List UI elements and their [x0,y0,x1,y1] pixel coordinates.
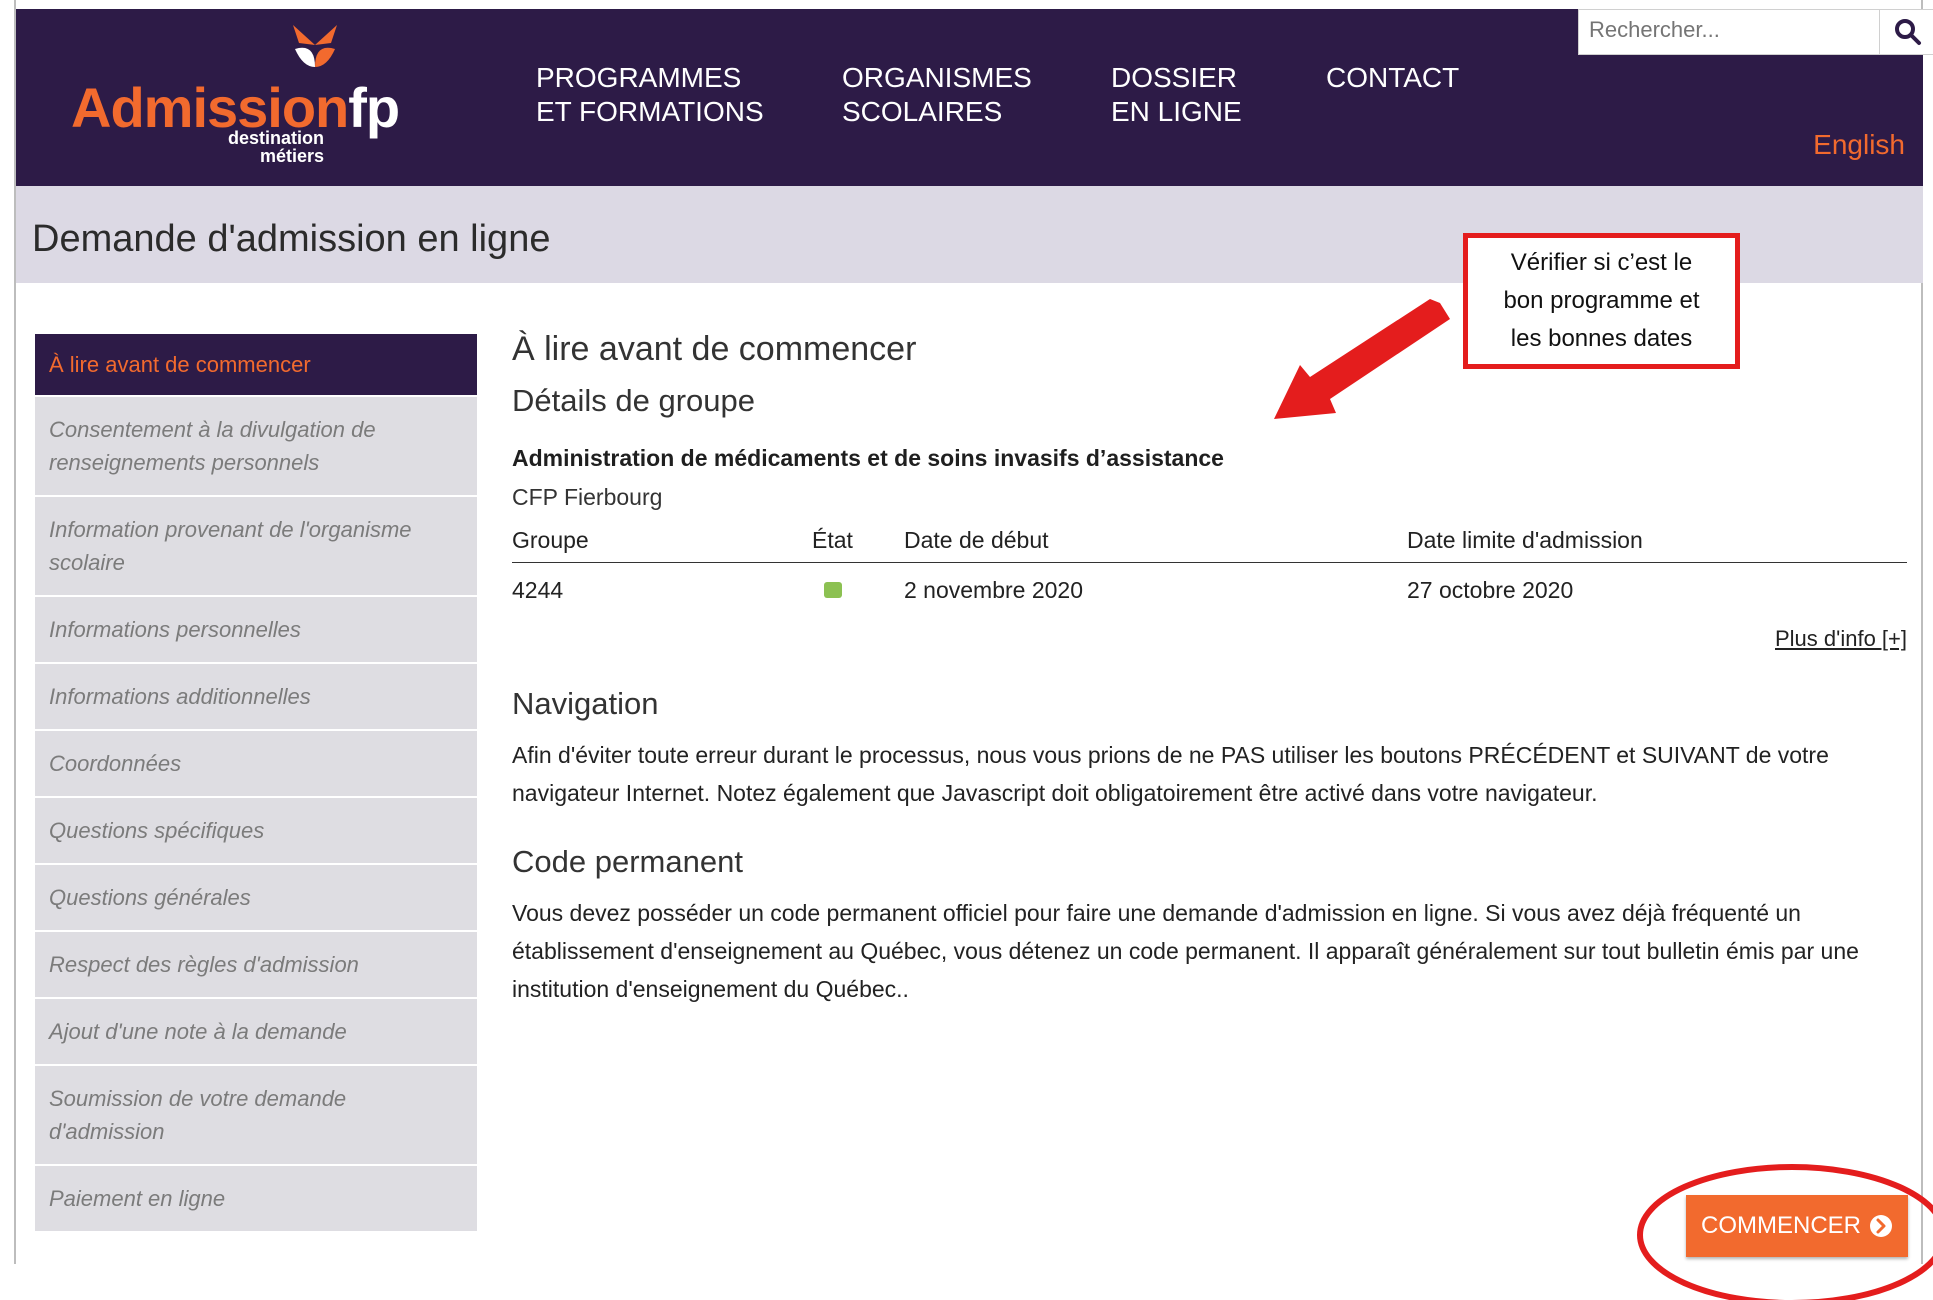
col-date-debut: Date de début [904,519,1407,563]
nav-organismes[interactable]: ORGANISMES SCOLAIRES [842,61,1032,129]
nav-dossier[interactable]: DOSSIER EN LIGNE [1111,61,1242,129]
table-row: 4244 2 novembre 2020 27 octobre 2020 [512,563,1907,613]
group-details-title: Détails de groupe [512,383,755,418]
status-indicator [824,582,842,598]
table-header-row: Groupe État Date de début Date limite d'… [512,519,1907,563]
cell-groupe: 4244 [512,577,564,603]
more-info-link[interactable]: Plus d'info [+] [512,626,1907,652]
navigation-text: Afin d'éviter toute erreur durant le pro… [512,742,1829,806]
col-etat: État [812,519,904,563]
steps-sidebar: À lire avant de commencer Consentement à… [35,334,477,1233]
sidebar-item-paiement[interactable]: Paiement en ligne [35,1166,477,1233]
site-header: Admissionfp destination métiers PROGRAMM… [16,9,1933,186]
sidebar-item-respect-regles[interactable]: Respect des règles d'admission [35,932,477,999]
nav-programmes[interactable]: PROGRAMMES ET FORMATIONS [536,61,764,129]
language-switch-english[interactable]: English [1813,129,1905,161]
nav-contact[interactable]: CONTACT [1326,61,1459,95]
main-content: À lire avant de commencer Détails de gro… [512,330,1907,1008]
annotation-circle-icon [1637,1164,1933,1300]
program-name: Administration de médicaments et de soin… [512,445,1224,471]
annotation-arrow-icon [1274,299,1450,419]
sidebar-item-soumission[interactable]: Soumission de votre demande d'admission [35,1066,477,1166]
sidebar-item-informations-personnelles[interactable]: Informations personnelles [35,597,477,664]
sidebar-item-consentement[interactable]: Consentement à la divulgation de renseig… [35,397,477,497]
annotation-callout: Vérifier si c’est le bon programme et le… [1463,233,1740,369]
col-groupe: Groupe [512,519,812,563]
sidebar-item-informations-additionnelles[interactable]: Informations additionnelles [35,664,477,731]
code-permanent-text: Vous devez posséder un code permanent of… [512,900,1859,1002]
group-table: Groupe État Date de début Date limite d'… [512,519,1907,612]
search-button[interactable] [1879,10,1933,54]
top-strip [0,0,1933,9]
search-box [1578,9,1933,55]
code-permanent-title: Code permanent [512,844,743,879]
sidebar-item-questions-specifiques[interactable]: Questions spécifiques [35,798,477,865]
sidebar-item-ajout-note[interactable]: Ajout d'une note à la demande [35,999,477,1066]
sidebar-item-coordonnees[interactable]: Coordonnées [35,731,477,798]
col-date-limite: Date limite d'admission [1407,519,1907,563]
search-icon [1895,19,1921,45]
cell-date-debut: 2 novembre 2020 [904,577,1084,603]
cell-date-limite: 27 octobre 2020 [1407,577,1574,603]
cell-etat [812,563,904,613]
sidebar-item-information-organisme[interactable]: Information provenant de l'organisme sco… [35,497,477,597]
sidebar-item-questions-generales[interactable]: Questions générales [35,865,477,932]
page-title: Demande d'admission en ligne [32,218,551,260]
sidebar-item-lire-avant[interactable]: À lire avant de commencer [35,334,477,397]
logo-tagline: destination métiers [228,128,325,166]
admissionfp-logo[interactable]: Admissionfp destination métiers [71,23,400,166]
navigation-title: Navigation [512,686,659,721]
school-name: CFP Fierbourg [512,484,663,510]
search-input[interactable] [1579,10,1879,50]
window-frame-left [0,0,16,1264]
